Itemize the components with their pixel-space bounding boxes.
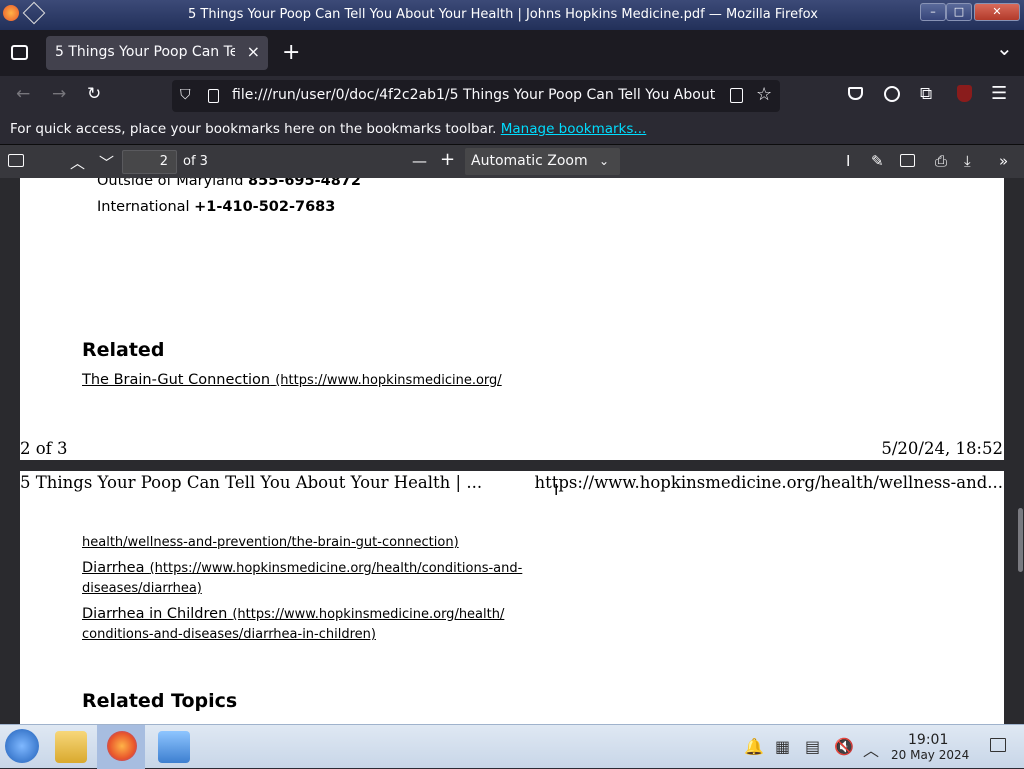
brain-gut-url-continued[interactable]: health/wellness-and-prevention/the-brain… bbox=[82, 535, 459, 550]
account-icon[interactable] bbox=[884, 86, 900, 102]
clipboard-icon[interactable]: ▤ bbox=[805, 737, 820, 756]
pdf-page-3: 5 Things Your Poop Can Tell You About Yo… bbox=[20, 471, 1004, 724]
image-icon[interactable] bbox=[900, 154, 915, 167]
firefox-logo-icon bbox=[107, 731, 137, 761]
page-count: of 3 bbox=[183, 154, 208, 169]
related-topics-heading: Related Topics bbox=[82, 690, 238, 712]
print-icon[interactable]: ⎙ bbox=[935, 152, 947, 170]
navigation-bar: ← → ↻ ⛉ file:///run/user/0/doc/4f2c2ab1/… bbox=[0, 76, 1024, 116]
contact-intl-label: International bbox=[97, 199, 190, 215]
tools-chevron-icon[interactable]: » bbox=[999, 152, 1008, 170]
shield-icon[interactable]: ⛉ bbox=[180, 87, 191, 103]
zoom-out-icon[interactable]: — bbox=[412, 152, 427, 170]
draw-icon[interactable]: ✎ bbox=[871, 152, 884, 170]
window-title-bar: 5 Things Your Poop Can Tell You About Yo… bbox=[0, 0, 1024, 30]
page-header-right: https://www.hopkinsmedicine.org/health/w… bbox=[534, 473, 1003, 492]
minimize-button[interactable]: – bbox=[920, 3, 946, 21]
clock-date[interactable]: 20 May 2024 bbox=[891, 748, 969, 762]
chevron-down-icon: ⌄ bbox=[599, 154, 610, 168]
network-icon[interactable]: ▦ bbox=[775, 737, 790, 756]
tab-label: 5 Things Your Poop Can Tell You About Yo… bbox=[55, 44, 235, 60]
volume-muted-icon[interactable]: 🔇 bbox=[834, 737, 854, 756]
save-icon[interactable]: ⤓ bbox=[964, 152, 971, 170]
contact-intl-number: +1-410-502-7683 bbox=[194, 199, 336, 215]
extensions-icon[interactable]: ⧉ bbox=[920, 84, 932, 104]
clock-time[interactable]: 19:01 bbox=[908, 732, 948, 748]
ublock-icon[interactable] bbox=[957, 85, 972, 102]
tray-expand-icon[interactable]: ︿ bbox=[863, 737, 879, 761]
diarrhea-link-title: Diarrhea bbox=[82, 560, 145, 576]
start-menu-icon[interactable] bbox=[5, 729, 39, 763]
sidebar-toggle-icon[interactable] bbox=[8, 154, 24, 167]
page-footer-left: 2 of 3 bbox=[20, 439, 68, 458]
contact-international-line: International +1-410-502-7683 bbox=[97, 199, 335, 215]
app-menu-icon[interactable] bbox=[22, 1, 46, 25]
back-icon[interactable]: ← bbox=[16, 84, 30, 104]
related-heading: Related bbox=[82, 339, 165, 361]
taskbar: 🔔 ▦ ▤ 🔇 ︿ 19:01 20 May 2024 bbox=[0, 724, 1024, 769]
page-number-input[interactable]: 2 bbox=[122, 150, 177, 174]
page-footer-right: 5/20/24, 18:52 bbox=[881, 439, 1003, 458]
reader-view-icon[interactable] bbox=[730, 88, 743, 103]
maximize-button[interactable]: □ bbox=[946, 3, 972, 21]
viewer-scrollbar[interactable] bbox=[1018, 508, 1023, 572]
brain-gut-link-title: The Brain-Gut Connection bbox=[82, 372, 271, 388]
diarrhea-link-url: (https://www.hopkinsmedicine.org/health/… bbox=[149, 561, 523, 576]
previous-page-icon[interactable]: ︿ bbox=[70, 152, 85, 173]
show-desktop-icon[interactable] bbox=[990, 738, 1006, 752]
tab-close-icon[interactable]: × bbox=[247, 42, 260, 61]
window-title: 5 Things Your Poop Can Tell You About Yo… bbox=[188, 7, 818, 22]
diarrhea-children-link[interactable]: Diarrhea in Children (https://www.hopkin… bbox=[82, 603, 504, 622]
url-bar[interactable]: ⛉ file:///run/user/0/doc/4f2c2ab1/5 Thin… bbox=[172, 80, 780, 112]
diarrhea-link[interactable]: Diarrhea (https://www.hopkinsmedicine.or… bbox=[82, 557, 522, 576]
manage-bookmarks-link[interactable]: Manage bookmarks... bbox=[501, 121, 647, 137]
pdf-toolbar: ︿ ﹀ 2 of 3 — + Automatic Zoom ⌄ Ⅰ ✎ ⎙ ⤓ … bbox=[0, 144, 1024, 178]
zoom-value: Automatic Zoom bbox=[471, 153, 588, 169]
url-text[interactable]: file:///run/user/0/doc/4f2c2ab1/5 Things… bbox=[232, 87, 716, 103]
bookmark-star-icon[interactable]: ☆ bbox=[756, 84, 772, 105]
diarrhea-link-url-continued[interactable]: diseases/diarrhea) bbox=[82, 581, 202, 596]
firefox-view-icon[interactable] bbox=[11, 45, 28, 60]
text-select-icon[interactable]: Ⅰ bbox=[846, 152, 850, 170]
page-icon bbox=[208, 89, 219, 103]
forward-icon[interactable]: → bbox=[52, 84, 66, 104]
text-cursor-icon: Ⅰ bbox=[554, 481, 559, 499]
brain-gut-link[interactable]: The Brain-Gut Connection (https://www.ho… bbox=[82, 369, 502, 388]
reload-icon[interactable]: ↻ bbox=[87, 84, 101, 104]
close-window-button[interactable]: ✕ bbox=[974, 3, 1020, 21]
new-tab-button[interactable]: + bbox=[282, 40, 300, 65]
pdf-viewer[interactable]: Outside of Maryland 855-695-4872 Interna… bbox=[0, 178, 1024, 724]
page-header-left: 5 Things Your Poop Can Tell You About Yo… bbox=[20, 473, 483, 492]
bookmarks-message: For quick access, place your bookmarks h… bbox=[10, 121, 497, 137]
zoom-in-icon[interactable]: + bbox=[440, 149, 455, 170]
file-manager-icon[interactable] bbox=[55, 731, 87, 763]
bookmarks-toolbar: For quick access, place your bookmarks h… bbox=[0, 116, 1024, 144]
contact-outside-number: 855-695-4872 bbox=[248, 178, 361, 189]
contact-outside-line: Outside of Maryland 855-695-4872 bbox=[97, 178, 361, 189]
contact-outside-label: Outside of Maryland bbox=[97, 178, 244, 189]
diarrhea-children-link-title: Diarrhea in Children bbox=[82, 606, 228, 622]
zoom-select[interactable]: Automatic Zoom ⌄ bbox=[465, 148, 620, 175]
pocket-icon[interactable] bbox=[848, 87, 863, 100]
next-page-icon[interactable]: ﹀ bbox=[99, 152, 114, 173]
system-settings-icon[interactable] bbox=[158, 731, 190, 763]
brain-gut-link-url: (https://www.hopkinsmedicine.org/ bbox=[275, 373, 502, 388]
tab-strip: 5 Things Your Poop Can Tell You About Yo… bbox=[0, 30, 1024, 76]
menu-icon[interactable]: ☰ bbox=[991, 83, 1007, 104]
list-all-tabs-icon[interactable]: ⌄ bbox=[996, 36, 1013, 60]
notifications-icon[interactable]: 🔔 bbox=[744, 737, 764, 756]
firefox-icon bbox=[3, 5, 19, 21]
diarrhea-children-link-url: (https://www.hopkinsmedicine.org/health/ bbox=[232, 607, 505, 622]
pdf-page-2: Outside of Maryland 855-695-4872 Interna… bbox=[20, 178, 1004, 460]
tab-current[interactable]: 5 Things Your Poop Can Tell You About Yo… bbox=[46, 36, 268, 70]
diarrhea-children-url-continued[interactable]: conditions-and-diseases/diarrhea-in-chil… bbox=[82, 627, 376, 642]
